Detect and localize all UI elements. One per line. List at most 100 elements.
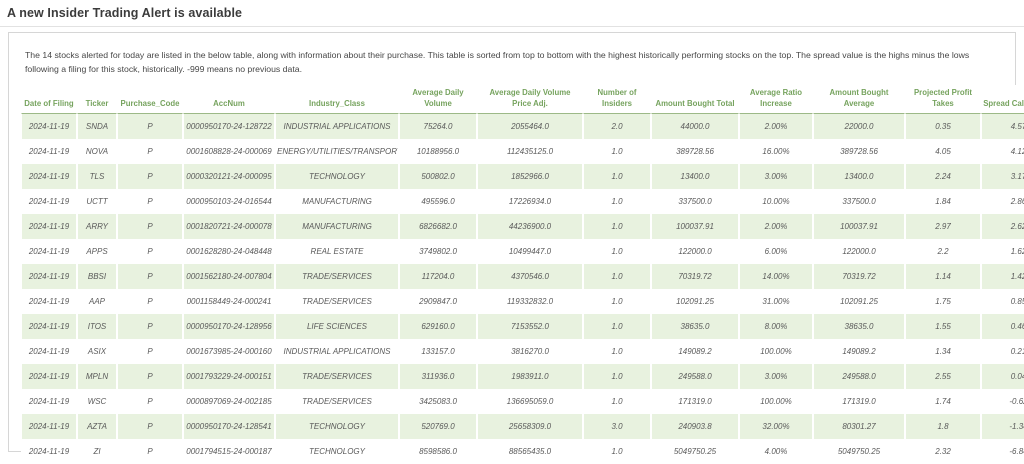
table-row: 2024-11-19APPSP0001628280-24-048448REAL … bbox=[21, 239, 1024, 264]
table-row: 2024-11-19ARRYP0001820721-24-000078MANUF… bbox=[21, 214, 1024, 239]
table-cell: AZTA bbox=[77, 414, 117, 439]
table-cell: 2.97 bbox=[905, 214, 981, 239]
table-cell: 1.0 bbox=[583, 139, 651, 164]
table-cell: 0.85 bbox=[981, 289, 1024, 314]
column-header-industry-class: Industry_Class bbox=[275, 85, 399, 114]
table-cell: 2.32 bbox=[905, 439, 981, 464]
table-cell: 1.62 bbox=[981, 239, 1024, 264]
table-cell: 171319.0 bbox=[813, 389, 905, 414]
column-header-date-of-filing: Date of Filing bbox=[21, 85, 77, 114]
table-cell: ASIX bbox=[77, 339, 117, 364]
insider-trading-table: Date of FilingTickerPurchase_CodeAccNumI… bbox=[21, 85, 1024, 464]
table-cell: 7153552.0 bbox=[477, 314, 583, 339]
table-cell: 4.57 bbox=[981, 114, 1024, 139]
table-cell: 3.00% bbox=[739, 164, 813, 189]
table-cell: ENERGY/UTILITIES/TRANSPORT bbox=[275, 139, 399, 164]
table-cell: 32.00% bbox=[739, 414, 813, 439]
table-cell: APPS bbox=[77, 239, 117, 264]
table-cell: 2909847.0 bbox=[399, 289, 477, 314]
table-cell: LIFE SCIENCES bbox=[275, 314, 399, 339]
table-cell: 337500.0 bbox=[813, 189, 905, 214]
table-row: 2024-11-19WSCP0000897069-24-002185TRADE/… bbox=[21, 389, 1024, 414]
table-cell: TLS bbox=[77, 164, 117, 189]
table-cell: 629160.0 bbox=[399, 314, 477, 339]
table-cell: 0001794515-24-000187 bbox=[183, 439, 275, 464]
table-cell: P bbox=[117, 214, 183, 239]
table-cell: 2024-11-19 bbox=[21, 364, 77, 389]
table-cell: 0001628280-24-048448 bbox=[183, 239, 275, 264]
table-cell: 4.00% bbox=[739, 439, 813, 464]
table-cell: 38635.0 bbox=[813, 314, 905, 339]
table-row: 2024-11-19TLSP0000320121-24-000095TECHNO… bbox=[21, 164, 1024, 189]
table-cell: UCTT bbox=[77, 189, 117, 214]
table-cell: 1.74 bbox=[905, 389, 981, 414]
table-cell: P bbox=[117, 439, 183, 464]
table-cell: 2024-11-19 bbox=[21, 314, 77, 339]
table-cell: 2.2 bbox=[905, 239, 981, 264]
table-cell: 22000.0 bbox=[813, 114, 905, 139]
table-cell: 112435125.0 bbox=[477, 139, 583, 164]
table-cell: -0.62 bbox=[981, 389, 1024, 414]
table-cell: 0.35 bbox=[905, 114, 981, 139]
table-cell: 1.0 bbox=[583, 339, 651, 364]
table-cell: 1.0 bbox=[583, 314, 651, 339]
table-cell: INDUSTRIAL APPLICATIONS bbox=[275, 339, 399, 364]
table-cell: 0001158449-24-000241 bbox=[183, 289, 275, 314]
table-cell: 520769.0 bbox=[399, 414, 477, 439]
table-cell: MPLN bbox=[77, 364, 117, 389]
table-cell: AAP bbox=[77, 289, 117, 314]
column-header-amount-bought-total: Amount Bought Total bbox=[651, 85, 739, 114]
table-cell: 2.00% bbox=[739, 214, 813, 239]
table-cell: TRADE/SERVICES bbox=[275, 389, 399, 414]
alert-banner: A new Insider Trading Alert is available bbox=[0, 0, 1024, 27]
table-cell: 3816270.0 bbox=[477, 339, 583, 364]
table-cell: 1852966.0 bbox=[477, 164, 583, 189]
table-cell: 4370546.0 bbox=[477, 264, 583, 289]
table-cell: 2024-11-19 bbox=[21, 439, 77, 464]
table-cell: 136695059.0 bbox=[477, 389, 583, 414]
table-cell: 10188956.0 bbox=[399, 139, 477, 164]
table-cell: 100037.91 bbox=[813, 214, 905, 239]
table-cell: 1.0 bbox=[583, 389, 651, 414]
table-cell: 149089.2 bbox=[813, 339, 905, 364]
table-cell: 100.00% bbox=[739, 339, 813, 364]
table-cell: 0001793229-24-000151 bbox=[183, 364, 275, 389]
table-cell: 31.00% bbox=[739, 289, 813, 314]
table-cell: 0000897069-24-002185 bbox=[183, 389, 275, 414]
table-cell: 44000.0 bbox=[651, 114, 739, 139]
table-cell: 0001820721-24-000078 bbox=[183, 214, 275, 239]
table-cell: P bbox=[117, 389, 183, 414]
table-cell: 1.0 bbox=[583, 264, 651, 289]
table-row: 2024-11-19AZTAP0000950170-24-128541TECHN… bbox=[21, 414, 1024, 439]
table-cell: 1.0 bbox=[583, 214, 651, 239]
table-row: 2024-11-19NOVAP0001608828-24-000069ENERG… bbox=[21, 139, 1024, 164]
table-cell: P bbox=[117, 239, 183, 264]
table-cell: MANUFACTURING bbox=[275, 214, 399, 239]
table-cell: -1.34 bbox=[981, 414, 1024, 439]
column-header-number-of-insiders: Number of Insiders bbox=[583, 85, 651, 114]
table-cell: 500802.0 bbox=[399, 164, 477, 189]
table-cell: P bbox=[117, 339, 183, 364]
table-cell: 17226934.0 bbox=[477, 189, 583, 214]
table-cell: 1.75 bbox=[905, 289, 981, 314]
table-cell: 2024-11-19 bbox=[21, 414, 77, 439]
table-cell: TECHNOLOGY bbox=[275, 439, 399, 464]
table-row: 2024-11-19MPLNP0001793229-24-000151TRADE… bbox=[21, 364, 1024, 389]
table-cell: 0000320121-24-000095 bbox=[183, 164, 275, 189]
table-cell: 240903.8 bbox=[651, 414, 739, 439]
table-cell: 249588.0 bbox=[651, 364, 739, 389]
table-cell: 0.04 bbox=[981, 364, 1024, 389]
table-cell: ZI bbox=[77, 439, 117, 464]
table-cell: P bbox=[117, 114, 183, 139]
table-cell: 10.00% bbox=[739, 189, 813, 214]
table-cell: MANUFACTURING bbox=[275, 189, 399, 214]
table-cell: 0001673985-24-000160 bbox=[183, 339, 275, 364]
table-cell: 0.46 bbox=[981, 314, 1024, 339]
table-cell: 1.0 bbox=[583, 164, 651, 189]
table-cell: 70319.72 bbox=[651, 264, 739, 289]
table-cell: 389728.56 bbox=[651, 139, 739, 164]
table-cell: 1.84 bbox=[905, 189, 981, 214]
table-cell: 4.05 bbox=[905, 139, 981, 164]
table-cell: BBSI bbox=[77, 264, 117, 289]
table-cell: 0000950170-24-128541 bbox=[183, 414, 275, 439]
